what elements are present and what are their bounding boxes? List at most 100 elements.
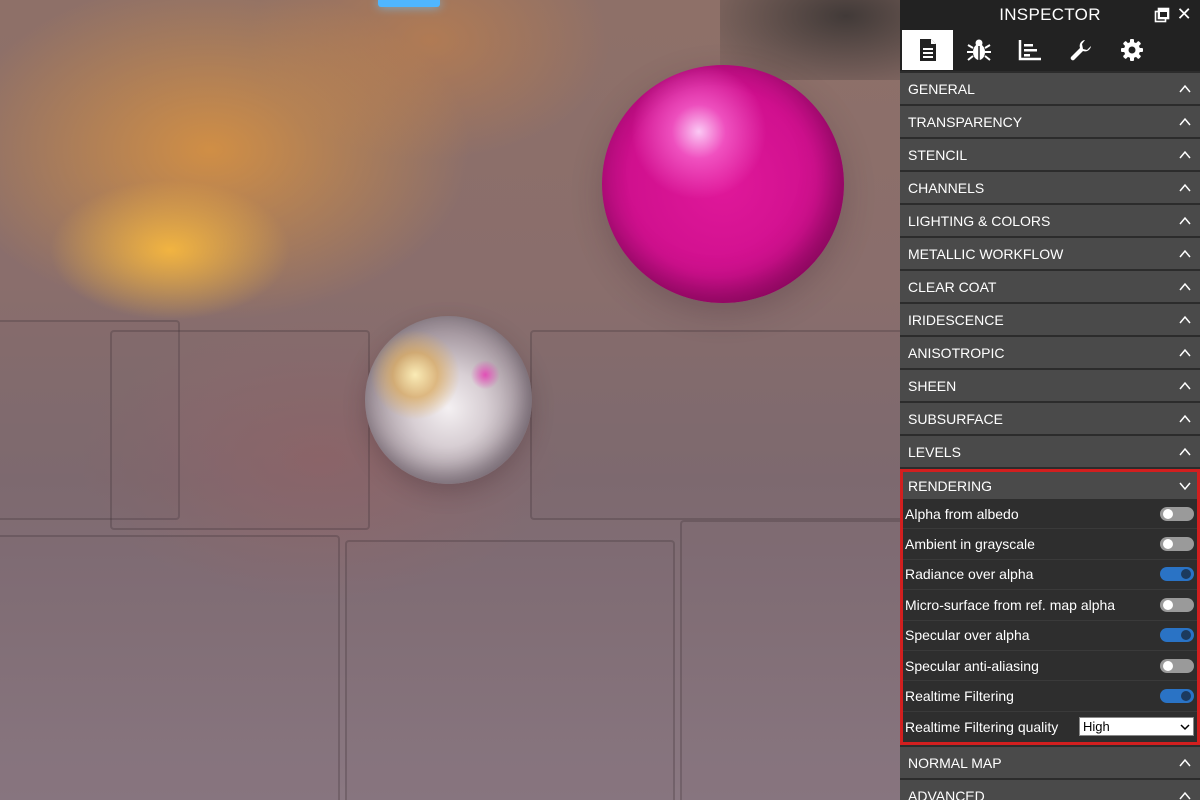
section-title: RENDERING	[908, 477, 993, 494]
section-title: IRIDESCENCE	[908, 311, 1004, 328]
quality-select[interactable]: High	[1079, 717, 1194, 737]
section-subsurface[interactable]: SUBSURFACE	[900, 403, 1200, 434]
toggle-knob	[1181, 630, 1191, 641]
tab-properties[interactable]	[902, 30, 953, 70]
chevron-up-icon	[1179, 84, 1191, 92]
debug-bug-icon	[966, 39, 991, 61]
section-title: LEVELS	[908, 443, 961, 460]
inspector-panel: INSPECTOR ✕ GENERAL TRANSPARENCY STENCIL…	[900, 0, 1200, 800]
toggle-switch[interactable]	[1160, 597, 1194, 612]
section-title: SUBSURFACE	[908, 410, 1003, 427]
inspector-sections: GENERAL TRANSPARENCY STENCIL CHANNELS LI…	[900, 71, 1200, 800]
section-channels[interactable]: CHANNELS	[900, 172, 1200, 203]
toggle-switch[interactable]	[1160, 628, 1194, 643]
section-anisotropic[interactable]: ANISOTROPIC	[900, 337, 1200, 368]
section-transparency[interactable]: TRANSPARENCY	[900, 106, 1200, 137]
option-label: Realtime Filtering quality	[905, 718, 1059, 735]
tab-statistics[interactable]	[1004, 30, 1055, 70]
option-label: Radiance over alpha	[905, 566, 1034, 583]
chevron-up-icon	[1179, 414, 1191, 422]
section-title: SHEEN	[908, 377, 957, 394]
floor-tile	[110, 330, 370, 530]
section-sheen[interactable]: SHEEN	[900, 370, 1200, 401]
section-title: ADVANCED	[908, 787, 985, 800]
section-lighting-colors[interactable]: LIGHTING & COLORS	[900, 205, 1200, 236]
section-metallic-workflow[interactable]: METALLIC WORKFLOW	[900, 238, 1200, 269]
toggle-knob	[1163, 660, 1173, 671]
chevron-up-icon	[1179, 447, 1191, 455]
section-title: METALLIC WORKFLOW	[908, 245, 1064, 262]
section-title: CLEAR COAT	[908, 278, 997, 295]
toggle-knob	[1163, 508, 1173, 519]
skylight-reflection	[378, 0, 440, 7]
toggle-knob	[1181, 691, 1191, 702]
floor-tile	[345, 540, 675, 800]
chevron-up-icon	[1179, 249, 1191, 257]
section-levels[interactable]: LEVELS	[900, 436, 1200, 467]
section-title: NORMAL MAP	[908, 754, 1002, 771]
section-title: STENCIL	[908, 146, 968, 163]
chevron-up-icon	[1179, 282, 1191, 290]
option-row-alpha-from-albedo: Alpha from albedo	[903, 499, 1197, 530]
toggle-switch[interactable]	[1160, 537, 1194, 552]
settings-gear-icon	[1120, 39, 1143, 61]
tab-tools[interactable]	[1055, 30, 1106, 70]
option-row-realtime-filtering-quality: Realtime Filtering quality High	[903, 711, 1197, 743]
section-title: TRANSPARENCY	[908, 113, 1023, 130]
section-title: CHANNELS	[908, 179, 985, 196]
option-row-realtime-filtering: Realtime Filtering	[903, 681, 1197, 712]
option-label: Realtime Filtering	[905, 688, 1014, 705]
option-row-ambient-in-grayscale: Ambient in grayscale	[903, 529, 1197, 560]
section-advanced[interactable]: ADVANCED	[900, 780, 1200, 800]
inspector-header: INSPECTOR ✕	[900, 0, 1200, 30]
section-rendering-header[interactable]: RENDERING	[903, 472, 1197, 499]
chevron-up-icon	[1179, 150, 1191, 158]
toggle-switch[interactable]	[1160, 658, 1194, 673]
section-normal-map[interactable]: NORMAL MAP	[900, 747, 1200, 779]
chevron-up-icon	[1179, 791, 1191, 800]
floor-tile	[530, 330, 900, 520]
3d-viewport[interactable]	[0, 0, 900, 800]
chevron-down-icon	[1180, 724, 1190, 730]
option-row-specular-over-alpha: Specular over alpha	[903, 620, 1197, 651]
tools-wrench-icon	[1070, 40, 1091, 61]
section-general[interactable]: GENERAL	[900, 73, 1200, 104]
inspector-title: INSPECTOR	[999, 5, 1101, 24]
chrome-sphere[interactable]	[365, 316, 532, 484]
chevron-up-icon	[1179, 315, 1191, 323]
toggle-switch[interactable]	[1160, 567, 1194, 582]
section-title: ANISOTROPIC	[908, 344, 1005, 361]
section-iridescence[interactable]: IRIDESCENCE	[900, 304, 1200, 335]
chevron-up-icon	[1179, 117, 1191, 125]
chevron-up-icon	[1179, 183, 1191, 191]
floor-tile	[680, 520, 900, 800]
toggle-switch[interactable]	[1160, 689, 1194, 704]
statistics-chart-icon	[1018, 40, 1041, 61]
chevron-down-icon	[1179, 482, 1191, 490]
tab-debug[interactable]	[953, 30, 1004, 70]
section-title: GENERAL	[908, 80, 975, 97]
option-row-specular-anti-aliasing: Specular anti-aliasing	[903, 650, 1197, 682]
pink-glossy-sphere[interactable]	[602, 65, 844, 303]
properties-document-icon	[919, 39, 936, 61]
close-icon[interactable]: ✕	[1177, 4, 1192, 24]
inspector-tab-bar	[900, 30, 1200, 71]
rendering-section: RENDERING Alpha from albedo Ambient in g…	[900, 469, 1200, 746]
popout-window-icon[interactable]	[1154, 7, 1170, 23]
tab-settings[interactable]	[1106, 30, 1157, 70]
floor-tile	[0, 535, 340, 800]
chevron-up-icon	[1179, 758, 1191, 767]
select-value: High	[1083, 719, 1110, 735]
toggle-knob	[1163, 599, 1173, 610]
option-row-micro-surface: Micro-surface from ref. map alpha	[903, 590, 1197, 621]
option-label: Specular anti-aliasing	[905, 657, 1039, 674]
chevron-up-icon	[1179, 381, 1191, 389]
option-row-radiance-over-alpha: Radiance over alpha	[903, 559, 1197, 591]
section-clear-coat[interactable]: CLEAR COAT	[900, 271, 1200, 302]
chevron-up-icon	[1179, 216, 1191, 224]
toggle-knob	[1181, 569, 1191, 580]
option-label: Micro-surface from ref. map alpha	[905, 596, 1116, 613]
toggle-switch[interactable]	[1160, 506, 1194, 521]
section-stencil[interactable]: STENCIL	[900, 139, 1200, 170]
chevron-up-icon	[1179, 348, 1191, 356]
